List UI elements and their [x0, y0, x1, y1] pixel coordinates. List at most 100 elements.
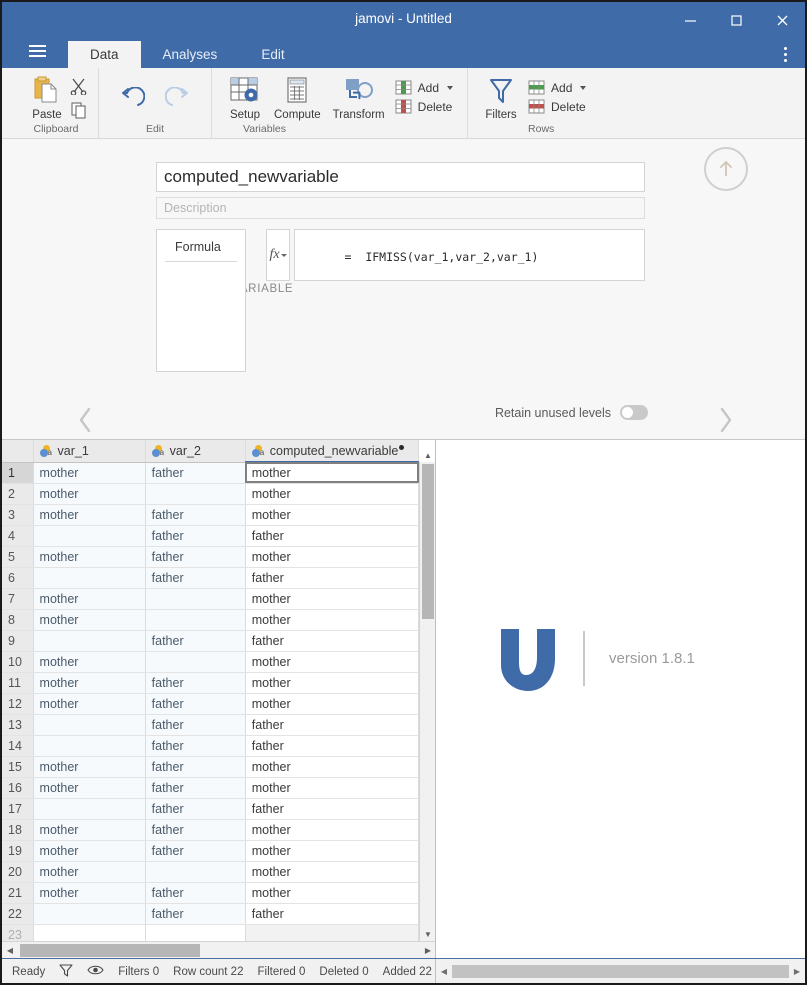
table-cell[interactable] [33, 525, 146, 547]
table-row[interactable]: 5 mother father mother [2, 546, 420, 568]
maximize-icon[interactable] [713, 2, 759, 38]
table-cell[interactable]: mother [33, 483, 146, 505]
table-cell[interactable]: mother [33, 693, 146, 715]
menu-icon[interactable] [20, 36, 54, 66]
table-row[interactable]: 10 mother mother [2, 651, 420, 673]
table-cell[interactable]: father [145, 714, 246, 736]
sheet-vertical-scrollbar[interactable]: ▲ ▼ [419, 451, 435, 941]
table-cell[interactable]: father [145, 567, 246, 589]
scroll-down-icon[interactable]: ▼ [420, 927, 435, 941]
table-cell[interactable]: mother [245, 861, 420, 883]
delete-variable-button[interactable]: Delete [391, 97, 457, 116]
table-cell[interactable]: mother [33, 462, 146, 484]
table-cell[interactable]: father [245, 714, 420, 736]
table-cell[interactable]: father [145, 840, 246, 862]
table-row[interactable]: 21 mother father mother [2, 882, 420, 904]
table-cell[interactable]: father [145, 630, 246, 652]
table-cell[interactable]: mother [245, 693, 420, 715]
redo-button[interactable] [155, 82, 201, 116]
table-cell[interactable]: mother [245, 672, 420, 694]
table-row[interactable]: 11 mother father mother [2, 672, 420, 694]
scroll-right-icon[interactable]: ▶ [789, 967, 805, 976]
retain-unused-levels-toggle[interactable] [620, 405, 648, 420]
cut-button[interactable] [70, 78, 88, 100]
table-cell[interactable]: father [145, 525, 246, 547]
grid-corner[interactable] [2, 440, 34, 463]
horizontal-scroll-thumb[interactable] [20, 943, 200, 957]
column-header-var_2[interactable]: a var_2 [145, 440, 246, 463]
table-cell[interactable]: mother [245, 840, 420, 862]
table-cell[interactable]: mother [245, 546, 420, 568]
table-cell[interactable]: mother [245, 882, 420, 904]
table-row[interactable]: 20 mother mother [2, 861, 420, 883]
table-cell[interactable]: mother [33, 819, 146, 841]
table-cell[interactable]: father [145, 777, 246, 799]
row-header[interactable]: 18 [2, 819, 34, 841]
collapse-editor-button[interactable] [704, 147, 748, 191]
variable-name-input[interactable]: computed_newvariable [156, 162, 645, 192]
results-scroll-thumb[interactable] [452, 965, 789, 978]
row-header[interactable]: 14 [2, 735, 34, 757]
table-row[interactable]: 22 father father [2, 903, 420, 925]
table-cell[interactable] [145, 588, 246, 610]
table-cell[interactable]: mother [245, 651, 420, 673]
minimize-icon[interactable] [667, 2, 713, 38]
row-header[interactable]: 4 [2, 525, 34, 547]
row-header[interactable]: 13 [2, 714, 34, 736]
close-icon[interactable] [759, 2, 805, 38]
scroll-left-icon[interactable]: ◀ [436, 967, 452, 976]
table-row[interactable]: 3 mother father mother [2, 504, 420, 526]
table-row[interactable]: 9 father father [2, 630, 420, 652]
table-cell[interactable]: mother [33, 756, 146, 778]
vertical-scroll-thumb[interactable] [422, 464, 434, 619]
scroll-up-icon[interactable]: ▲ [420, 448, 435, 462]
table-cell[interactable]: father [245, 798, 420, 820]
chevron-down-icon[interactable] [580, 85, 587, 90]
row-header[interactable]: 3 [2, 504, 34, 526]
row-header[interactable]: 7 [2, 588, 34, 610]
table-row[interactable]: 8 mother mother [2, 609, 420, 631]
table-cell[interactable] [145, 861, 246, 883]
tab-edit[interactable]: Edit [239, 41, 306, 68]
table-cell[interactable] [145, 651, 246, 673]
row-header[interactable]: 22 [2, 903, 34, 925]
table-cell[interactable]: mother [33, 777, 146, 799]
scroll-left-icon[interactable]: ◀ [2, 946, 18, 955]
table-cell[interactable]: father [145, 819, 246, 841]
table-cell[interactable]: father [145, 672, 246, 694]
table-cell[interactable]: mother [33, 546, 146, 568]
table-cell[interactable]: father [145, 756, 246, 778]
table-cell[interactable]: father [245, 903, 420, 925]
table-row[interactable]: 6 father father [2, 567, 420, 589]
table-row[interactable]: 7 mother mother [2, 588, 420, 610]
eye-icon[interactable] [87, 964, 104, 979]
row-header[interactable]: 5 [2, 546, 34, 568]
table-cell[interactable]: mother [33, 861, 146, 883]
column-header-computed_newvariable[interactable]: a computed_newvariable [245, 440, 420, 463]
overflow-menu-icon[interactable] [777, 44, 793, 64]
table-cell[interactable]: mother [245, 483, 420, 505]
horizontal-scroll-track[interactable] [18, 943, 420, 957]
row-header[interactable]: 9 [2, 630, 34, 652]
compute-button[interactable]: Compute [268, 74, 327, 121]
funnel-icon[interactable] [59, 963, 73, 980]
table-cell[interactable] [145, 609, 246, 631]
filters-button[interactable]: Filters [478, 74, 524, 121]
table-cell[interactable] [33, 714, 146, 736]
function-picker-button[interactable]: fx [266, 229, 290, 281]
table-cell[interactable]: father [245, 630, 420, 652]
table-cell[interactable] [33, 567, 146, 589]
row-header[interactable]: 10 [2, 651, 34, 673]
row-header[interactable]: 16 [2, 777, 34, 799]
table-cell[interactable]: mother [33, 882, 146, 904]
row-header[interactable]: 19 [2, 840, 34, 862]
table-cell[interactable] [33, 630, 146, 652]
table-cell[interactable]: father [245, 567, 420, 589]
table-row[interactable]: 14 father father [2, 735, 420, 757]
add-variable-button[interactable]: Add [391, 78, 457, 97]
tab-data[interactable]: Data [68, 41, 141, 68]
table-cell[interactable]: mother [245, 609, 420, 631]
table-cell[interactable] [33, 798, 146, 820]
previous-variable-button[interactable] [66, 401, 104, 439]
table-cell[interactable]: father [145, 735, 246, 757]
